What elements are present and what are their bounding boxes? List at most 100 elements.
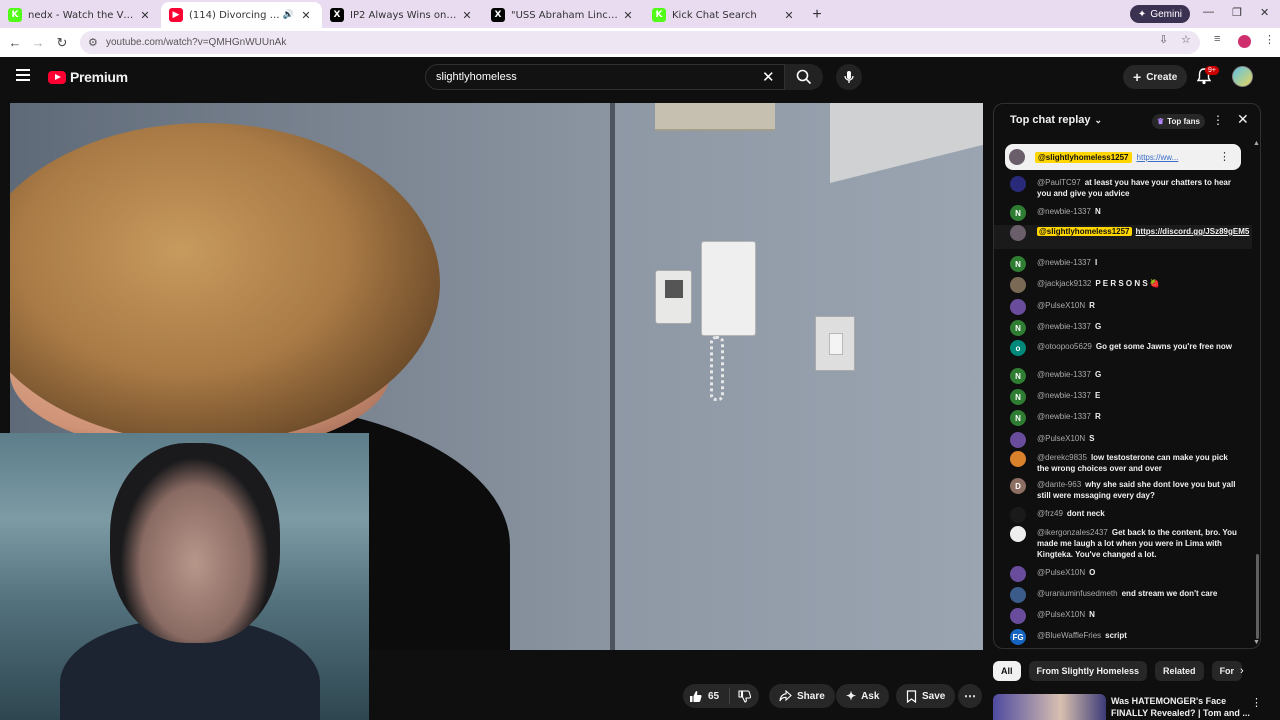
chat-username[interactable]: @PulseX10N — [1037, 610, 1085, 619]
chat-avatar[interactable] — [1010, 225, 1026, 241]
chat-scrollbar[interactable] — [1256, 554, 1259, 639]
chat-username[interactable]: @frz49 — [1037, 509, 1063, 518]
tab-audio-icon[interactable]: 🔊 — [283, 10, 294, 20]
chat-username[interactable]: @newbie-1337 — [1037, 370, 1091, 379]
chat-close-icon[interactable]: ✕ — [1237, 111, 1249, 128]
ask-button[interactable]: ✦ Ask — [836, 684, 890, 708]
chat-avatar[interactable] — [1010, 526, 1026, 542]
more-actions-button[interactable]: ⋯ — [958, 684, 982, 708]
chat-username[interactable]: @ikergonzales2437 — [1037, 528, 1108, 537]
chat-username[interactable]: @newbie-1337 — [1037, 412, 1091, 421]
tab-close-icon[interactable]: ✕ — [459, 9, 475, 22]
clear-search-icon[interactable]: ✕ — [762, 68, 775, 86]
chat-username[interactable]: @newbie-1337 — [1037, 391, 1091, 400]
chat-avatar[interactable] — [1010, 608, 1026, 624]
forward-icon[interactable]: → — [26, 35, 50, 50]
reload-icon[interactable]: ↻ — [50, 35, 74, 51]
media-icon[interactable]: ≡ — [1214, 33, 1220, 45]
chat-avatar[interactable]: N — [1010, 256, 1026, 272]
like-button[interactable]: 65 — [683, 688, 731, 704]
chat-message[interactable]: @ikergonzales2437 Get back to the content… — [994, 526, 1252, 559]
youtube-logo[interactable]: Premium — [48, 69, 128, 85]
chat-avatar[interactable]: D — [1010, 478, 1026, 494]
chat-username[interactable]: @dante-963 — [1037, 480, 1081, 489]
chat-message[interactable]: D @dante-963 why she said she dont love yo… — [994, 478, 1252, 502]
close-window-icon[interactable]: ✕ — [1260, 6, 1269, 19]
chat-mode-dropdown[interactable]: Top chat replay ⌄ — [1010, 114, 1102, 126]
profile-avatar[interactable] — [1238, 35, 1251, 48]
chat-username[interactable]: @PulseX10N — [1037, 568, 1085, 577]
chat-username[interactable]: @jackjack9132 — [1037, 279, 1091, 288]
pinned-message[interactable]: @slightlyhomeless1257 https://ww... ⋮ — [1005, 144, 1241, 170]
tab-close-icon[interactable]: ✕ — [137, 9, 153, 22]
minimize-icon[interactable]: — — [1203, 6, 1214, 18]
chat-avatar[interactable]: N — [1010, 389, 1026, 405]
chat-username[interactable]: @uraniuminfusedmeth — [1037, 589, 1118, 598]
related-video-title[interactable]: Was HATEMONGER's Face FINALLY Revealed? … — [1111, 695, 1251, 719]
chat-message[interactable]: o @otoopoo5629 Go get some Jawns you're fr… — [994, 340, 1252, 364]
browser-tab[interactable]: X "USS Abraham Lincoln" - Searc✕ — [483, 2, 644, 28]
chat-avatar[interactable]: N — [1010, 320, 1026, 336]
chat-avatar[interactable]: FG — [1010, 629, 1026, 645]
filter-chip[interactable]: From Slightly Homeless — [1028, 661, 1148, 681]
site-info-icon[interactable]: ⚙ — [88, 36, 98, 49]
search-button[interactable] — [785, 64, 823, 90]
tab-close-icon[interactable]: ✕ — [781, 9, 797, 22]
account-avatar[interactable] — [1232, 66, 1253, 87]
chat-username[interactable]: @newbie-1337 — [1037, 207, 1091, 216]
chat-message-link[interactable]: https://discord.gg/JSz89gEM5 — [1136, 227, 1250, 236]
chat-message[interactable]: @derekc9835 low testosterone can make you… — [994, 451, 1252, 475]
maximize-icon[interactable]: ❐ — [1232, 6, 1242, 19]
scroll-up-icon[interactable]: ▲ — [1253, 140, 1260, 147]
chat-more-icon[interactable]: ⋮ — [1212, 113, 1224, 127]
top-fans-button[interactable]: ♛ Top fans — [1152, 114, 1205, 129]
back-icon[interactable]: ← — [3, 35, 27, 50]
chat-username[interactable]: @newbie-1337 — [1037, 322, 1091, 331]
filter-chip[interactable]: For — [1211, 661, 1243, 681]
tab-close-icon[interactable]: ✕ — [620, 9, 636, 22]
voice-search-button[interactable] — [836, 64, 862, 90]
chat-username[interactable]: @slightlyhomeless1257 — [1037, 227, 1132, 236]
chat-avatar[interactable]: o — [1010, 340, 1026, 356]
related-more-icon[interactable]: ⋮ — [1251, 696, 1262, 709]
chat-username[interactable]: @BlueWaffleFries — [1037, 631, 1101, 640]
browser-menu-icon[interactable]: ⋮ — [1264, 33, 1275, 46]
chevron-right-icon[interactable]: › — [1240, 665, 1244, 677]
chat-message[interactable]: @PaulTC97 at least you have your chatters… — [994, 176, 1252, 200]
filter-chip[interactable]: All — [993, 661, 1021, 681]
chat-avatar[interactable] — [1010, 176, 1026, 192]
chat-username[interactable]: @newbie-1337 — [1037, 258, 1091, 267]
new-tab-button[interactable]: + — [805, 2, 829, 28]
pinned-more-icon[interactable]: ⋮ — [1219, 150, 1230, 163]
browser-tab[interactable]: Knedx - Watch the VOD on Kick✕ — [0, 2, 161, 28]
chat-username[interactable]: @otoopoo5629 — [1037, 342, 1092, 351]
browser-tab[interactable]: X IP2 Always Wins on X: "Kick Str✕ — [322, 2, 483, 28]
chat-avatar[interactable]: N — [1010, 368, 1026, 384]
chat-avatar[interactable] — [1010, 507, 1026, 523]
chat-avatar[interactable]: N — [1010, 205, 1026, 221]
chat-avatar[interactable] — [1010, 277, 1026, 293]
install-icon[interactable]: ⇩ — [1159, 33, 1168, 46]
create-button[interactable]: + Create — [1123, 65, 1188, 89]
scroll-down-icon[interactable]: ▼ — [1253, 639, 1260, 646]
chat-message[interactable]: @jackjack9132 P E R S O N S 🍓 — [994, 277, 1252, 301]
related-video-thumbnail[interactable] — [993, 694, 1106, 720]
chat-avatar[interactable]: N — [1010, 410, 1026, 426]
filter-chip[interactable]: Related — [1155, 661, 1204, 681]
chat-avatar[interactable] — [1010, 451, 1026, 467]
chat-username[interactable]: @derekc9835 — [1037, 453, 1087, 462]
pinned-link[interactable]: https://ww... — [1137, 153, 1179, 162]
url-field[interactable]: ⚙ youtube.com/watch?v=QMHGnWUUnAk — [80, 31, 1200, 54]
gemini-button[interactable]: ✦ Gemini — [1129, 5, 1190, 23]
search-input[interactable]: slightlyhomeless — [425, 64, 785, 90]
chat-username[interactable]: @PulseX10N — [1037, 434, 1085, 443]
chat-avatar[interactable] — [1010, 587, 1026, 603]
chat-username[interactable]: @PaulTC97 — [1037, 178, 1081, 187]
chat-avatar[interactable] — [1010, 566, 1026, 582]
chat-message[interactable]: @slightlyhomeless1257 https://discord.gg/… — [994, 225, 1252, 249]
dislike-button[interactable] — [730, 689, 759, 703]
tab-close-icon[interactable]: ✕ — [298, 9, 314, 22]
share-button[interactable]: Share — [769, 684, 835, 708]
bookmark-star-icon[interactable]: ☆ — [1181, 33, 1191, 46]
chat-avatar[interactable] — [1010, 432, 1026, 448]
